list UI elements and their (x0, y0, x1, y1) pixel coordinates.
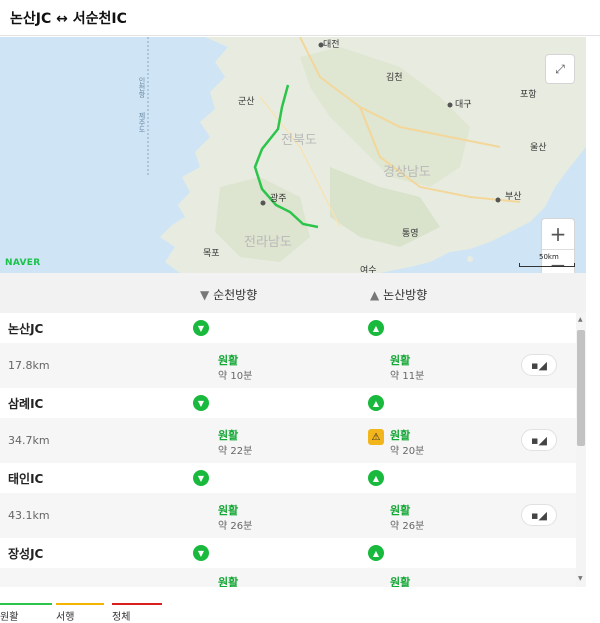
segment-row: 43.1km 원활 약 26분 원활 약 26분 ▪◢ (0, 493, 586, 538)
segment-row: 17.8km 원활 약 10분 원활 약 11분 ▪◢ (0, 343, 586, 388)
map-scale-bar (519, 263, 575, 267)
triangle-down-icon: ▼ (200, 288, 210, 302)
down-status: 원활 (218, 576, 239, 587)
down-time: 약 22분 (218, 446, 253, 457)
down-time: 약 26분 (218, 521, 253, 532)
up-node-icon: ▲ (368, 470, 384, 486)
fullscreen-button[interactable]: ⤢ (545, 54, 575, 84)
map-label-yeosu: 여수 (360, 266, 377, 273)
route-title-text: 논산JC ↔ 서순천IC (10, 10, 127, 27)
route-title: 논산JC ↔ 서순천IC (0, 0, 600, 36)
ic-name: 삼례IC (8, 397, 44, 411)
ic-name: 장성JC (8, 547, 44, 561)
map-label-gimcheon: 김천 (386, 73, 403, 83)
map-label-gwangju: 광주 (270, 194, 287, 204)
up-node-icon: ▲ (368, 320, 384, 336)
plus-icon: + (549, 222, 567, 246)
direction-up-label: 논산방향 (383, 288, 428, 302)
down-status: 원활 (218, 354, 239, 367)
map-label-jeonbuk: 전북도 (281, 133, 317, 148)
cctv-icon: ▪◢ (531, 358, 547, 372)
map-label-jeonnam: 전라남도 (244, 235, 292, 250)
zoom-in-button[interactable]: + (542, 219, 574, 249)
map-label-incheon-port: 인천항 (138, 77, 146, 98)
cctv-button[interactable]: ▪◢ (521, 504, 557, 526)
up-status: 원활 (390, 429, 411, 442)
up-time: 약 11분 (390, 371, 425, 382)
direction-header: ▼ 순천방향 ▲ 논산방향 (0, 273, 586, 314)
segment-list[interactable]: 논산JC ▼ ▲ 17.8km 원활 약 10분 원활 약 11분 ▪◢ 삼례I… (0, 313, 586, 587)
ic-row: 삼례IC (0, 388, 586, 418)
up-time: 약 20분 (390, 446, 425, 457)
cctv-button[interactable]: ▪◢ (521, 429, 557, 451)
scroll-down-icon[interactable]: ▼ (578, 575, 583, 582)
legend-slow-line (56, 603, 104, 605)
expand-icon: ⤢ (555, 61, 565, 76)
legend-congested-line (112, 603, 162, 605)
up-time: 약 26분 (390, 521, 425, 532)
ic-name: 태인IC (8, 472, 44, 486)
ic-name: 논산JC (8, 322, 44, 336)
map-label-daegu: 대구 (455, 100, 472, 110)
map-canvas (0, 37, 586, 273)
up-node-icon: ▲ (368, 545, 384, 561)
cctv-icon: ▪◢ (531, 508, 547, 522)
down-node-icon: ▼ (193, 545, 209, 561)
segment-distance: 43.1km (8, 509, 50, 522)
naver-logo: NAVER (5, 258, 41, 268)
cctv-icon: ▪◢ (531, 433, 547, 447)
ic-row: 논산JC (0, 313, 586, 343)
map-label-mokpo: 목포 (203, 249, 220, 259)
scroll-up-icon[interactable]: ▲ (578, 316, 583, 323)
ic-row: 장성JC (0, 538, 586, 568)
down-node-icon: ▼ (193, 395, 209, 411)
up-status: 원활 (390, 354, 411, 367)
down-status: 원활 (218, 504, 239, 517)
map-label-ulsan: 울산 (530, 143, 547, 153)
down-time: 약 10분 (218, 371, 253, 382)
up-status: 원활 (390, 504, 411, 517)
traffic-legend: 원활 서행 정체 (0, 597, 600, 623)
down-node-icon: ▼ (193, 320, 209, 336)
list-scrollbar[interactable]: ▲ ▼ (576, 313, 586, 587)
route-map[interactable]: 대전 김천 군산 대구 포항 전북도 경상남도 울산 광주 부산 목포 전라남도… (0, 37, 586, 273)
accident-warning-icon[interactable]: ⚠ (368, 429, 384, 445)
down-status: 원활 (218, 429, 239, 442)
segment-distance: 17.8km (8, 359, 50, 372)
legend-smooth-line (0, 603, 52, 605)
up-node-icon: ▲ (368, 395, 384, 411)
segment-distance: 34.7km (8, 434, 50, 447)
direction-down-label: 순천방향 (213, 288, 258, 302)
map-label-jeju: 제주도 (138, 112, 146, 133)
map-label-daejeon: 대전 (323, 40, 340, 50)
cctv-button[interactable]: ▪◢ (521, 354, 557, 376)
down-node-icon: ▼ (193, 470, 209, 486)
scroll-thumb[interactable] (577, 330, 585, 446)
up-status: 원활 (390, 576, 411, 587)
map-label-tongyeong: 통영 (402, 229, 419, 239)
map-label-pohang: 포항 (520, 90, 537, 100)
map-label-busan: 부산 (505, 192, 522, 202)
triangle-up-icon: ▲ (370, 288, 380, 302)
segment-row: 34.7km 원활 약 22분 ⚠ 원활 약 20분 ▪◢ (0, 418, 586, 463)
direction-up: ▲ 논산방향 (370, 286, 427, 303)
segment-row: 원활 원활 (0, 568, 586, 587)
ic-row: 태인IC (0, 463, 586, 493)
direction-down: ▼ 순천방향 (200, 286, 257, 303)
map-label-gyeongnam: 경상남도 (383, 165, 431, 180)
map-label-gunsan: 군산 (238, 97, 255, 107)
map-scale-label: 50km (539, 253, 559, 261)
